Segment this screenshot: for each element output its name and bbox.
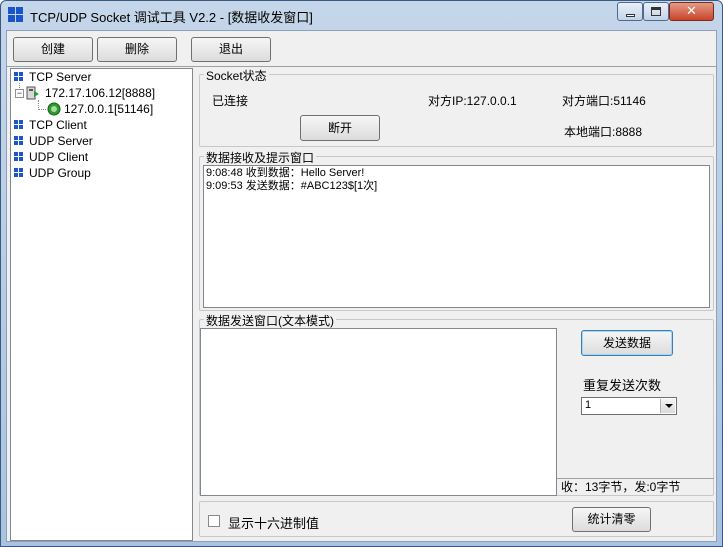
repeat-count-label: 重复发送次数 (583, 378, 662, 393)
reset-stats-button[interactable]: 统计清零 (572, 507, 651, 532)
connected-status-icon (47, 102, 61, 116)
repeat-count-select[interactable]: 1 (581, 397, 677, 415)
group-title: Socket状态 (204, 67, 269, 84)
send-textarea[interactable] (200, 328, 557, 496)
client-area: 创建 删除 退出 TCP Server − 172.17.106.12[8888… (6, 30, 717, 542)
tcp-server-icon (14, 72, 24, 82)
exit-button[interactable]: 退出 (191, 37, 271, 62)
tree-label: UDP Server (29, 134, 93, 148)
maximize-icon (651, 7, 661, 16)
create-button[interactable]: 创建 (13, 37, 93, 62)
group-title: 数据发送窗口(文本模式) (204, 312, 336, 329)
repeat-count-value: 1 (585, 399, 592, 411)
tree-line (38, 109, 46, 110)
disconnect-button[interactable]: 断开 (300, 115, 380, 141)
receive-line: 9:09:53 发送数据：#ABC123$[1次] (206, 180, 378, 192)
local-port: 本地端口:8888 (564, 125, 643, 139)
minimize-button[interactable] (617, 2, 643, 21)
app-icon (8, 7, 24, 23)
receive-line: 9:08:48 收到数据：Hello Server! (206, 167, 365, 179)
collapse-icon[interactable]: − (15, 89, 24, 98)
dropdown-arrow-icon[interactable] (660, 399, 675, 413)
delete-button[interactable]: 删除 (97, 37, 177, 62)
window-title: TCP/UDP Socket 调试工具 V2.2 - [数据收发窗口] (30, 10, 313, 25)
remote-ip: 对方IP:127.0.0.1 (428, 94, 517, 108)
minimize-icon (625, 13, 635, 17)
remote-port: 对方端口:51146 (562, 94, 646, 108)
send-group: 数据发送窗口(文本模式) 发送数据 重复发送次数 1 收：13字节，发:0字节 (199, 312, 714, 496)
udp-client-icon (14, 152, 24, 162)
connection-status: 已连接 (212, 94, 249, 108)
receive-group: 数据接收及提示窗口 9:08:48 收到数据：Hello Server! 9:0… (199, 149, 714, 311)
hex-display-label: 显示十六进制值 (228, 516, 320, 531)
options-group: 显示十六进制值 统计清零 (199, 501, 714, 537)
tcp-client-icon (14, 120, 24, 130)
hex-display-checkbox[interactable] (208, 515, 220, 527)
title-bar[interactable]: TCP/UDP Socket 调试工具 V2.2 - [数据收发窗口] ✕ (1, 1, 722, 30)
tree-label: 127.0.0.1[51146] (64, 102, 154, 116)
maximize-button[interactable] (643, 2, 669, 21)
udp-server-icon (14, 136, 24, 146)
tree-label: UDP Group (29, 166, 91, 180)
socket-status-group: Socket状态 已连接 对方IP:127.0.0.1 对方端口:51146 断… (199, 67, 714, 147)
server-icon (26, 86, 39, 100)
tree-label: TCP Client (29, 118, 87, 132)
group-title: 数据接收及提示窗口 (204, 149, 317, 166)
close-icon: ✕ (686, 4, 697, 19)
udp-group-icon (14, 168, 24, 178)
tree-label: UDP Client (29, 150, 89, 164)
app-window: TCP/UDP Socket 调试工具 V2.2 - [数据收发窗口] ✕ 创建… (0, 0, 723, 547)
connection-tree[interactable]: TCP Server − 172.17.106.12[8888] 127.0.0… (10, 68, 193, 541)
receive-textarea[interactable]: 9:08:48 收到数据：Hello Server! 9:09:53 发送数据：… (203, 165, 710, 308)
byte-stats: 收：13字节，发:0字节 (557, 478, 714, 496)
send-data-button[interactable]: 发送数据 (581, 330, 673, 356)
tree-label: 172.17.106.12[8888] (45, 86, 156, 100)
toolbar-divider (7, 66, 716, 67)
close-button[interactable]: ✕ (669, 2, 714, 21)
tree-label: TCP Server (29, 70, 92, 84)
